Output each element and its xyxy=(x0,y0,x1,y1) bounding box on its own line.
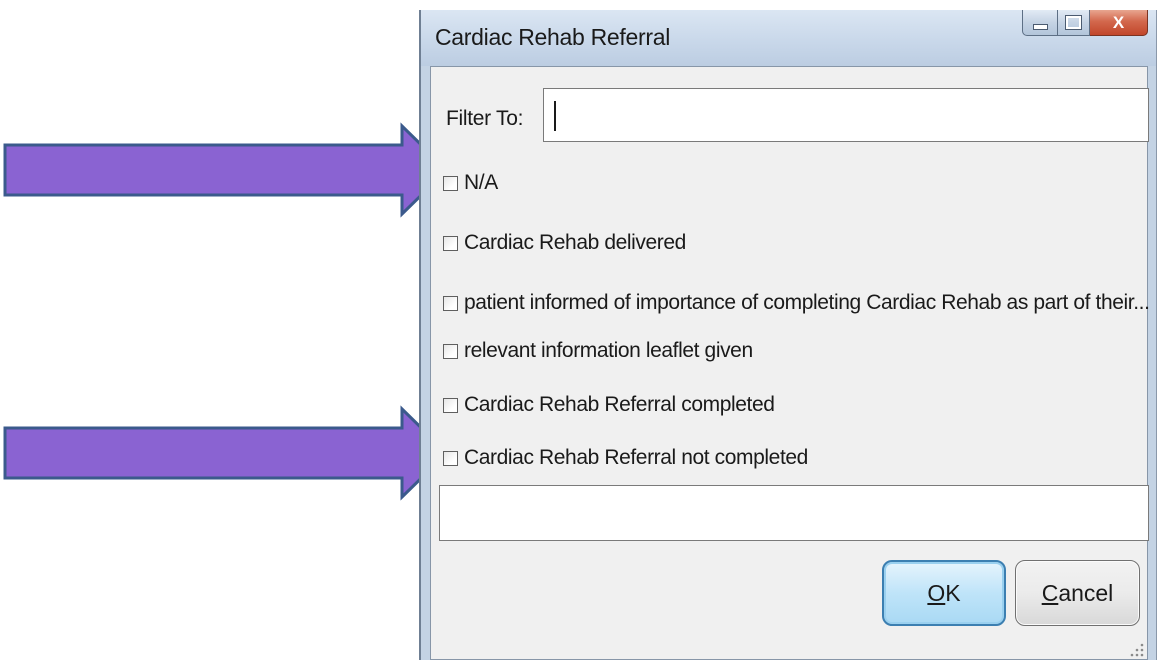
option-label: patient informed of importance of comple… xyxy=(464,291,1150,314)
option-checkbox[interactable] xyxy=(443,295,458,311)
option-referral-completed[interactable]: Cardiac Rehab Referral completed xyxy=(443,391,775,419)
option-label: Cardiac Rehab Referral completed xyxy=(464,393,775,416)
option-checkbox[interactable] xyxy=(443,343,458,359)
option-label: Cardiac Rehab Referral not completed xyxy=(464,446,808,469)
free-text-input[interactable] xyxy=(439,485,1149,541)
cancel-button[interactable]: Cancel xyxy=(1015,560,1140,626)
option-patient-informed[interactable]: patient informed of importance of comple… xyxy=(443,289,1150,317)
filter-label: Filter To: xyxy=(446,107,524,130)
close-icon: X xyxy=(1112,12,1125,32)
ok-label-rest: K xyxy=(945,579,961,606)
window-title: Cardiac Rehab Referral xyxy=(435,24,671,50)
maximize-icon xyxy=(1065,15,1082,30)
caption-buttons: X xyxy=(1022,10,1148,36)
minimize-icon xyxy=(1032,23,1048,30)
text-caret xyxy=(554,101,556,131)
option-label: N/A xyxy=(464,171,498,194)
ok-accelerator: O xyxy=(927,579,946,606)
option-referral-not-completed[interactable]: Cardiac Rehab Referral not completed xyxy=(443,444,808,472)
option-checkbox[interactable] xyxy=(443,175,458,191)
close-button[interactable]: X xyxy=(1090,10,1148,36)
dialog-body: Filter To: N/A Cardiac Rehab delivered p… xyxy=(430,66,1150,660)
option-leaflet-given[interactable]: relevant information leaflet given xyxy=(443,337,753,365)
cancel-accelerator: C xyxy=(1041,579,1059,606)
cancel-label-rest: ancel xyxy=(1058,579,1114,606)
maximize-button[interactable] xyxy=(1058,10,1090,36)
option-checkbox[interactable] xyxy=(443,450,458,466)
option-label: relevant information leaflet given xyxy=(464,339,753,362)
minimize-button[interactable] xyxy=(1022,10,1058,36)
option-cardiac-rehab-delivered[interactable]: Cardiac Rehab delivered xyxy=(443,229,686,257)
arrow-shape xyxy=(3,405,450,501)
title-bar[interactable]: Cardiac Rehab Referral X xyxy=(421,10,1156,66)
screen: Cardiac Rehab Referral X Filter To: N/A xyxy=(0,0,1159,660)
cardiac-rehab-dialog: Cardiac Rehab Referral X Filter To: N/A xyxy=(419,10,1157,660)
ok-button[interactable]: OK xyxy=(882,560,1006,626)
option-checkbox[interactable] xyxy=(443,397,458,413)
filter-input[interactable] xyxy=(543,88,1149,142)
option-label: Cardiac Rehab delivered xyxy=(464,231,686,254)
resize-grip-icon[interactable] xyxy=(1129,641,1145,657)
arrow-shape xyxy=(3,122,450,218)
annotation-arrow-not-completed xyxy=(3,405,450,501)
annotation-arrow-na xyxy=(3,122,450,218)
option-na[interactable]: N/A xyxy=(443,169,498,197)
option-checkbox[interactable] xyxy=(443,235,458,251)
